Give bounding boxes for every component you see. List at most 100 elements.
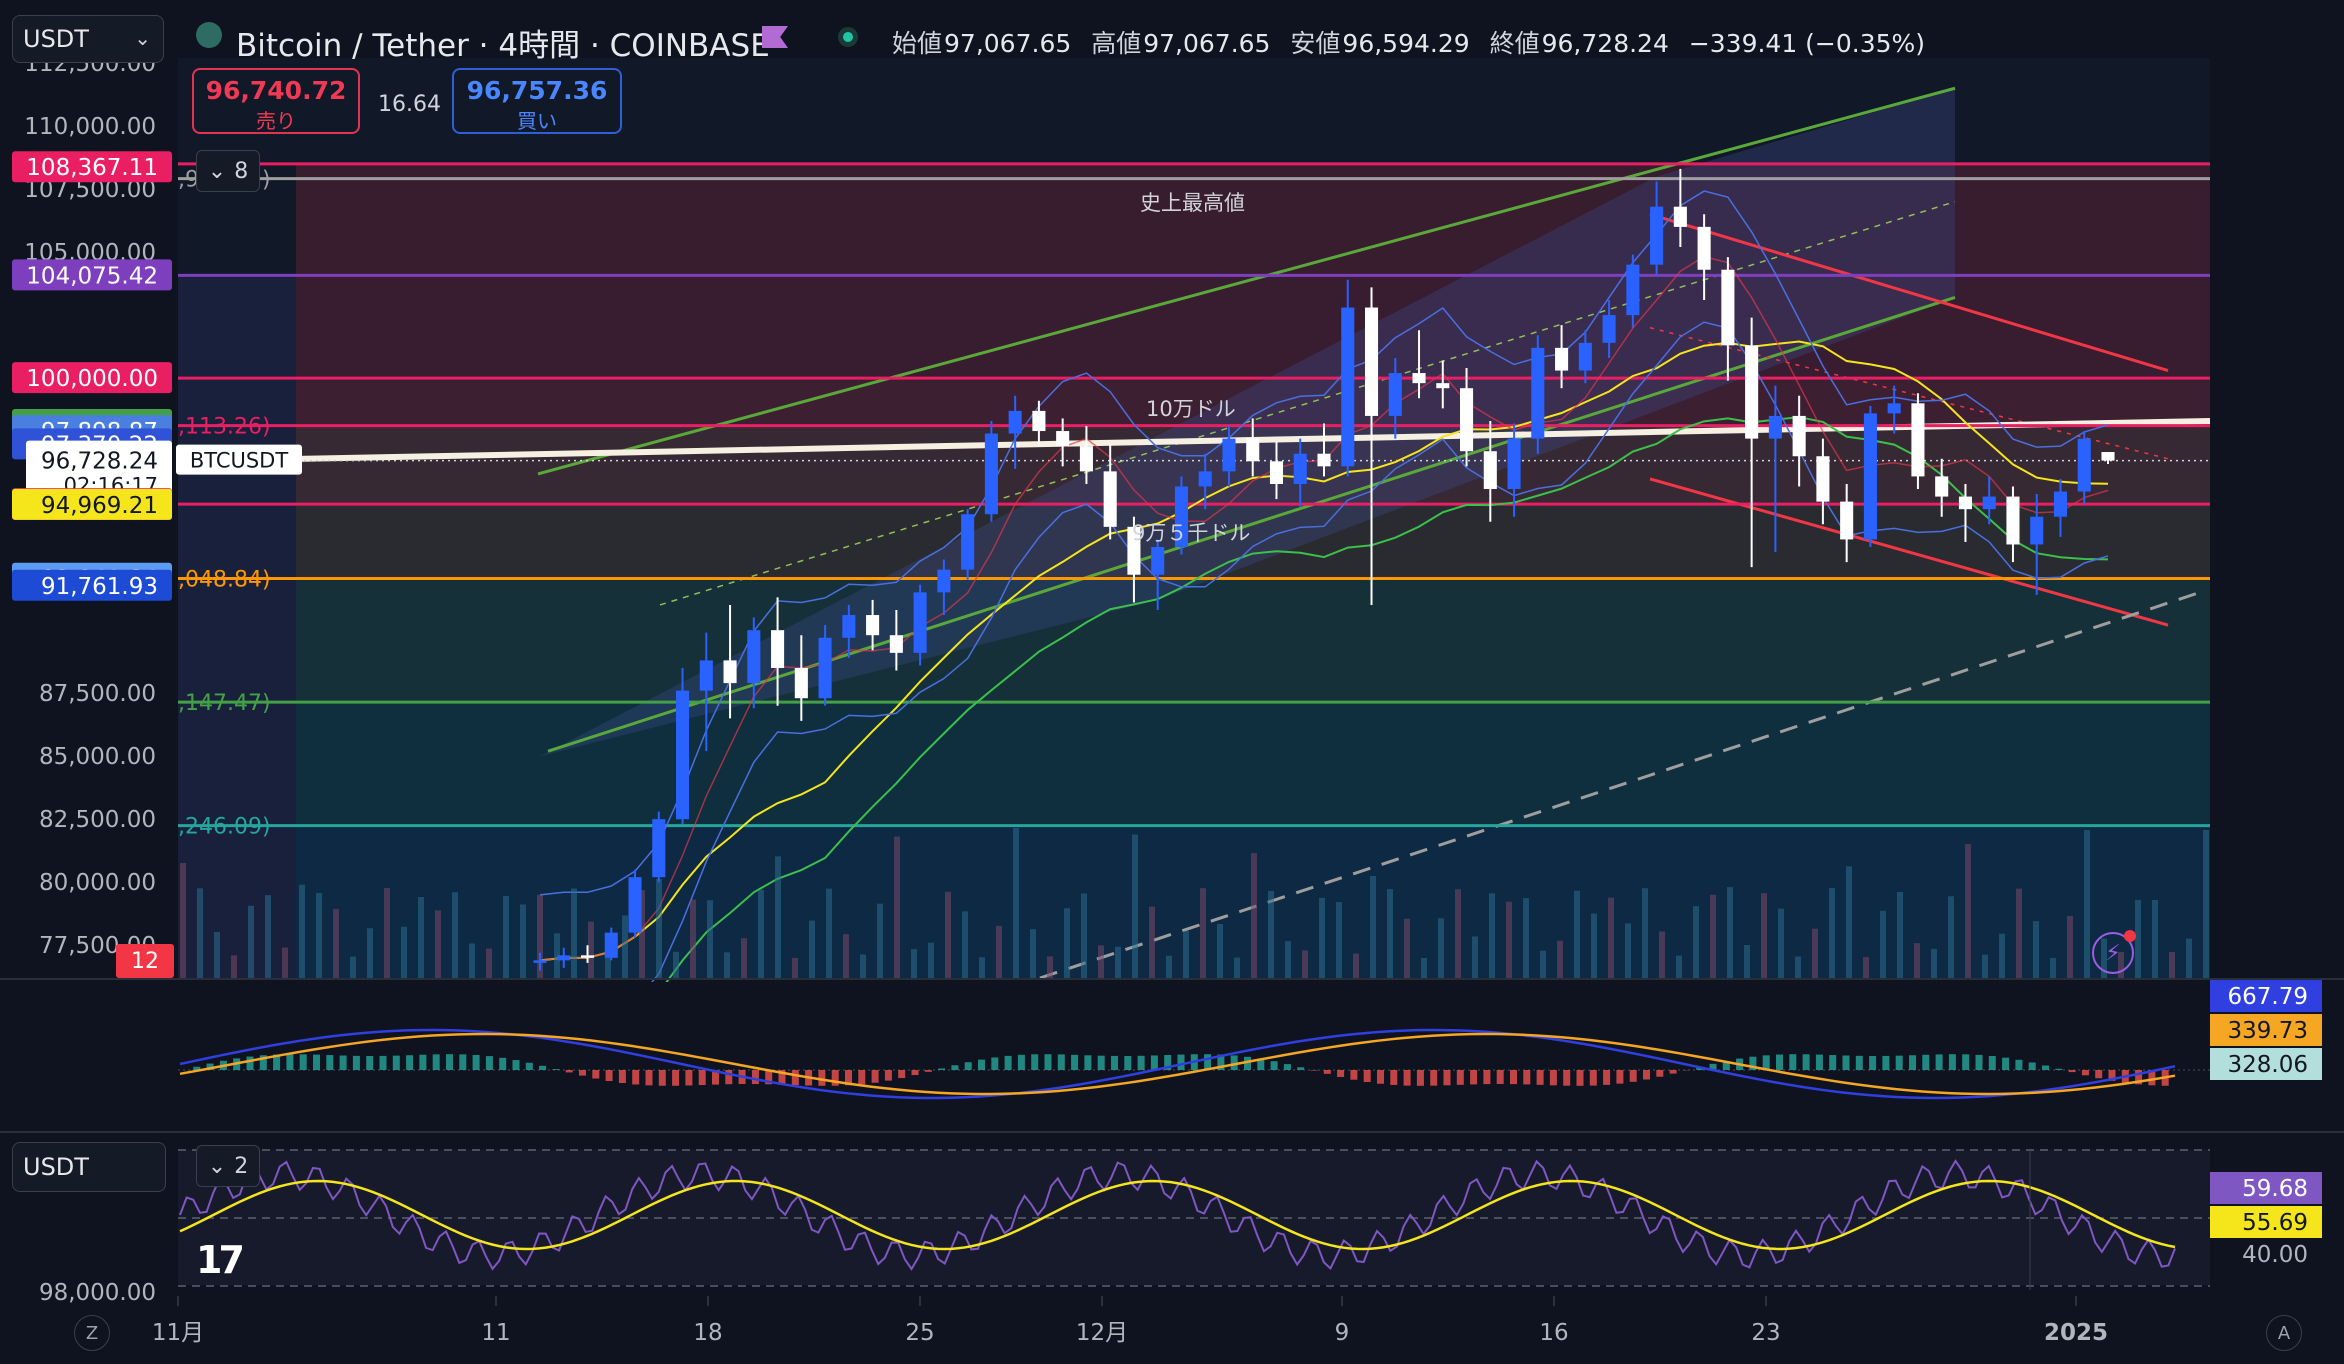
macd-value-label: 339.73 bbox=[2228, 1018, 2308, 1044]
volume-bar bbox=[367, 928, 373, 978]
macd-histogram-bar bbox=[592, 1070, 600, 1079]
volume-bar bbox=[707, 900, 713, 978]
macd-histogram-bar bbox=[1150, 1055, 1158, 1070]
candle bbox=[1697, 226, 1711, 270]
low-label: 安値 bbox=[1290, 29, 1341, 58]
volume-bar bbox=[2033, 921, 2039, 978]
flag-icon[interactable] bbox=[762, 26, 788, 48]
symbol-selector[interactable]: USDT ⌄ bbox=[12, 15, 164, 63]
lightning-icon[interactable]: ⚡ bbox=[2092, 930, 2136, 974]
candle bbox=[937, 569, 951, 593]
events-badge[interactable]: 12 bbox=[116, 944, 174, 978]
macd-histogram-bar bbox=[1456, 1070, 1464, 1085]
indicators-toggle[interactable]: ⌄ 8 bbox=[196, 150, 260, 192]
macd-histogram-bar bbox=[299, 1054, 307, 1070]
x-tick-label: 12月 bbox=[1076, 1320, 1128, 1346]
sell-price: 96,740.72 bbox=[205, 76, 347, 105]
volume-bar bbox=[656, 879, 662, 978]
macd-histogram-bar bbox=[1297, 1067, 1305, 1070]
volume-bar bbox=[1506, 901, 1512, 978]
volume-bar bbox=[1608, 897, 1614, 978]
bitcoin-coin-icon bbox=[196, 22, 222, 48]
macd-histogram-bar bbox=[858, 1070, 866, 1085]
volume-bar bbox=[1659, 931, 1665, 978]
volume-bar bbox=[1030, 929, 1036, 978]
left-range-band bbox=[178, 275, 296, 979]
volume-bar bbox=[758, 889, 764, 978]
open-label: 始値 bbox=[892, 29, 943, 58]
macd-histogram-bar bbox=[924, 1070, 932, 1072]
volume-bar bbox=[1727, 887, 1733, 978]
macd-histogram-bar bbox=[313, 1054, 320, 1070]
macd-histogram-bar bbox=[1549, 1070, 1557, 1086]
macd-histogram-bar bbox=[366, 1055, 374, 1070]
candle bbox=[1626, 264, 1640, 316]
macd-histogram-bar bbox=[938, 1068, 946, 1070]
volume-bar bbox=[1557, 940, 1563, 978]
x-tick-label: 18 bbox=[693, 1320, 722, 1346]
volume-bar bbox=[1897, 892, 1903, 978]
volume-bar bbox=[384, 888, 390, 978]
volume-bar bbox=[775, 856, 781, 978]
sell-button[interactable]: 96,740.72 売り bbox=[192, 68, 360, 134]
macd-histogram-bar bbox=[751, 1070, 759, 1085]
indicators-toggle-lower[interactable]: ⌄ 2 bbox=[196, 1145, 260, 1187]
candle bbox=[1745, 345, 1759, 439]
macd-histogram-bar bbox=[831, 1070, 839, 1086]
lower-pane-y-label: 98,000.00 bbox=[39, 1280, 156, 1306]
volume-bar bbox=[1319, 897, 1325, 978]
annotation-ath: 史上最高値 bbox=[1140, 191, 1245, 215]
macd-histogram-bar bbox=[1802, 1054, 1810, 1070]
volume-bar bbox=[350, 956, 356, 978]
macd-histogram-bar bbox=[1470, 1070, 1478, 1085]
volume-bar bbox=[1778, 908, 1784, 978]
candle bbox=[818, 637, 832, 699]
candle bbox=[1673, 206, 1687, 227]
lower-symbol-selector[interactable]: USDT bbox=[12, 1142, 166, 1192]
volume-bar bbox=[1625, 923, 1631, 978]
volume-bar bbox=[1251, 853, 1257, 978]
macd-histogram-bar bbox=[1124, 1055, 1132, 1070]
macd-histogram-bar bbox=[565, 1070, 573, 1073]
level-label: ,113.26) bbox=[178, 415, 271, 440]
candle bbox=[2006, 496, 2020, 545]
volume-bar bbox=[1285, 941, 1291, 978]
macd-histogram-bar bbox=[911, 1070, 919, 1076]
volume-bar bbox=[690, 899, 696, 978]
volume-bar bbox=[1795, 956, 1801, 978]
volume-bar bbox=[945, 891, 951, 978]
rsi-value-label: 55.69 bbox=[2242, 1210, 2308, 1236]
market-status-icon[interactable] bbox=[838, 27, 858, 47]
volume-bar bbox=[520, 904, 526, 978]
volume-bar bbox=[2186, 938, 2192, 978]
macd-histogram-bar bbox=[472, 1054, 480, 1070]
macd-histogram-bar bbox=[286, 1054, 294, 1070]
candle bbox=[676, 690, 690, 820]
macd-histogram-bar bbox=[1031, 1054, 1039, 1070]
volume-bar bbox=[1421, 957, 1427, 978]
z-button[interactable]: Z bbox=[74, 1315, 110, 1351]
y-tick-label: 82,500.00 bbox=[39, 807, 156, 833]
rsi-value-label: 40.00 bbox=[2242, 1242, 2308, 1268]
candle bbox=[1816, 456, 1830, 502]
chart-svg[interactable]: ,916.01),113.26),048.84),147.47),246.09)… bbox=[0, 0, 2344, 1364]
macd-histogram-bar bbox=[539, 1065, 547, 1070]
y-tick-label: 85,000.00 bbox=[39, 744, 156, 770]
volume-bar bbox=[2203, 829, 2209, 978]
macd-histogram-bar bbox=[1057, 1054, 1065, 1070]
a-button[interactable]: A bbox=[2266, 1315, 2302, 1351]
macd-histogram-bar bbox=[1523, 1070, 1531, 1085]
price-label: 94,969.21 bbox=[41, 493, 158, 519]
buy-button[interactable]: 96,757.36 買い bbox=[452, 68, 622, 134]
macd-histogram-bar bbox=[2055, 1068, 2063, 1070]
volume-bar bbox=[2050, 957, 2056, 978]
volume-bar bbox=[1829, 888, 1835, 978]
candle bbox=[2101, 452, 2115, 461]
candle bbox=[1531, 347, 1545, 439]
macd-histogram-bar bbox=[698, 1070, 706, 1086]
volume-bar bbox=[979, 957, 985, 978]
macd-histogram-bar bbox=[1390, 1070, 1398, 1085]
volume-bar bbox=[1404, 918, 1410, 978]
candle bbox=[1840, 501, 1854, 540]
candle bbox=[2030, 516, 2044, 545]
